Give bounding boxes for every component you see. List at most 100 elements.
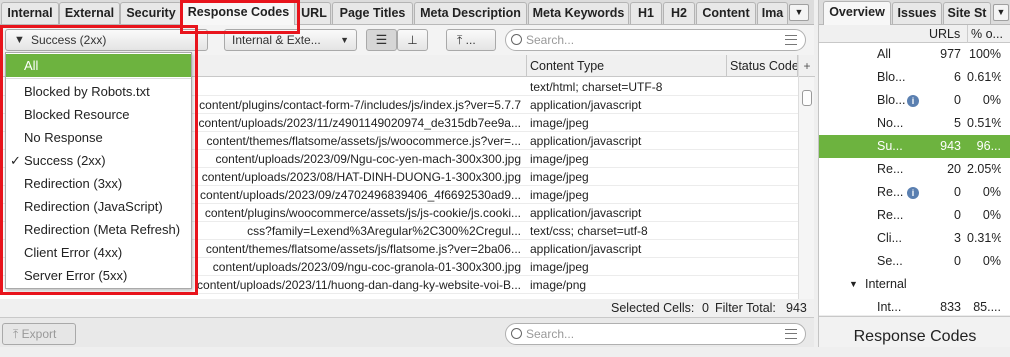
overview-row[interactable]: Cli... 3 0.31% [819, 227, 1010, 250]
overview-urls: 3 [954, 231, 961, 245]
collapse-icon[interactable]: ▼ [849, 273, 858, 296]
tree-view-button[interactable]: ⊥ [397, 29, 428, 51]
vertical-scrollbar[interactable]: + [798, 55, 815, 299]
overview-table: URLs % o... All 977 100% Blo... 6 0.61% Blo...… [819, 25, 1010, 315]
column-header-status-code[interactable]: Status Code [727, 55, 798, 77]
overview-label: All [877, 47, 891, 61]
highlight-box-dropdown [0, 25, 198, 295]
search-options-icon[interactable] [785, 329, 797, 339]
side-tab-overflow-button[interactable]: ▼ [993, 4, 1009, 21]
list-view-button[interactable]: ☰ [366, 29, 397, 51]
tab-content[interactable]: Content [696, 2, 756, 24]
highlight-box-tab [180, 0, 300, 34]
overview-pct: 0.51% [967, 116, 1001, 130]
tab-h1[interactable]: H1 [630, 2, 662, 24]
cell-content-type: application/javascript [530, 242, 642, 256]
cell-content-type: image/jpeg [530, 152, 589, 166]
tab-internal[interactable]: Internal [1, 2, 59, 24]
overview-pct: 100% [969, 47, 1001, 61]
tab-bar: Internal External Security Response Code… [0, 0, 814, 25]
export-button[interactable]: ⤒ ... [446, 29, 496, 51]
column-header-content-type[interactable]: Content Type [527, 55, 727, 77]
tab-meta-keywords[interactable]: Meta Keywords [528, 2, 629, 24]
tab-site-structure[interactable]: Site St [943, 2, 991, 24]
cell-content-type: application/javascript [530, 206, 642, 220]
overview-section-label: Internal [865, 277, 907, 291]
info-icon[interactable]: i [907, 95, 919, 107]
bottom-search-placeholder: Search... [526, 327, 575, 341]
scope-dropdown-label: Internal & Exte... [232, 33, 321, 47]
overview-row[interactable]: Int... 833 85.... [819, 296, 1010, 315]
export-button-label: ... [465, 33, 476, 47]
overview-label: Su... [877, 139, 903, 153]
cell-content-type: text/css; charset=utf-8 [530, 224, 648, 238]
overview-pct: 0.61% [967, 70, 1001, 84]
tab-issues[interactable]: Issues [892, 2, 942, 24]
scrollbar-thumb[interactable] [802, 90, 812, 106]
overview-urls: 833 [940, 300, 961, 314]
side-tab-bar: Overview Issues Site St ▼ [819, 0, 1010, 25]
tab-external[interactable]: External [59, 2, 120, 24]
info-icon[interactable]: i [907, 187, 919, 199]
overview-row[interactable]: Re... 0 0% i [819, 181, 1010, 204]
tree-icon: ⊥ [407, 33, 418, 47]
cell-content-type: text/html; charset=UTF-8 [530, 80, 663, 94]
overview-pct: 0% [982, 185, 1001, 199]
overview-urls: 0 [954, 208, 961, 222]
tab-h2[interactable]: H2 [663, 2, 695, 24]
overview-pct: 0.31% [967, 231, 1001, 245]
overview-pct: 0% [982, 208, 1001, 222]
overview-label: Se... [877, 254, 903, 268]
add-column-icon[interactable]: + [799, 55, 815, 77]
overview-row[interactable]: Su... 943 96... [819, 135, 1010, 158]
side-panel-title: Response Codes [819, 316, 1010, 347]
search-options-icon[interactable] [785, 35, 797, 45]
search-placeholder: Search... [526, 33, 575, 47]
overview-row[interactable]: Blo... 6 0.61% [819, 66, 1010, 89]
overview-urls: 6 [954, 70, 961, 84]
filter-total-label: Filter Total: [715, 301, 776, 315]
overview-section-internal[interactable]: ▼ Internal [819, 273, 1010, 296]
cell-content-type: image/jpeg [530, 260, 589, 274]
upload-icon: ⤒ [457, 33, 463, 47]
search-input[interactable]: Search... [505, 29, 806, 51]
overview-pct: 0% [982, 93, 1001, 107]
tab-overview[interactable]: Overview [823, 1, 891, 25]
overview-urls: 943 [940, 139, 961, 153]
overview-urls: 0 [954, 93, 961, 107]
column-header-urls[interactable]: URLs [929, 25, 960, 43]
overview-row[interactable]: Re... 0 0% [819, 204, 1010, 227]
overview-row[interactable]: No... 5 0.51% [819, 112, 1010, 135]
cell-content-type: image/jpeg [530, 170, 589, 184]
filter-total-value: 943 [786, 301, 807, 315]
cell-content-type: image/jpeg [530, 116, 589, 130]
search-icon [511, 34, 522, 45]
bottom-search-input[interactable]: Search... [505, 323, 806, 345]
overview-row[interactable]: Re... 20 2.05% [819, 158, 1010, 181]
upload-icon: ⤒ [13, 327, 19, 341]
list-icon: ☰ [375, 32, 388, 47]
overview-label: Re... [877, 162, 904, 176]
overview-pct: 0% [982, 254, 1001, 268]
tab-meta-description[interactable]: Meta Description [414, 2, 527, 24]
tab-url[interactable]: URL [297, 2, 331, 24]
overview-header: URLs % o... [819, 25, 1010, 43]
overview-row[interactable]: Blo... 0 0% i [819, 89, 1010, 112]
search-icon [511, 328, 522, 339]
overview-row[interactable]: Se... 0 0% [819, 250, 1010, 273]
overview-pct: 2.05% [967, 162, 1001, 176]
bottom-toolbar: ⤒ Export Search... [0, 317, 814, 347]
tab-overflow-button[interactable]: ▼ [789, 4, 809, 21]
overview-urls: 0 [954, 185, 961, 199]
bottom-export-label: Export [21, 327, 57, 341]
overview-row[interactable]: All 977 100% [819, 43, 1010, 66]
main-panel: Internal External Security Response Code… [0, 0, 815, 347]
selected-cells-label: Selected Cells: [611, 301, 695, 315]
bottom-export-button[interactable]: ⤒ Export [2, 323, 76, 345]
tab-security[interactable]: Security [120, 2, 182, 24]
tab-images[interactable]: Ima [757, 2, 788, 24]
tab-page-titles[interactable]: Page Titles [332, 2, 413, 24]
overview-label: Cli... [877, 231, 902, 245]
column-header-percent[interactable]: % o... [967, 25, 1003, 43]
overview-label: Int... [877, 300, 902, 314]
